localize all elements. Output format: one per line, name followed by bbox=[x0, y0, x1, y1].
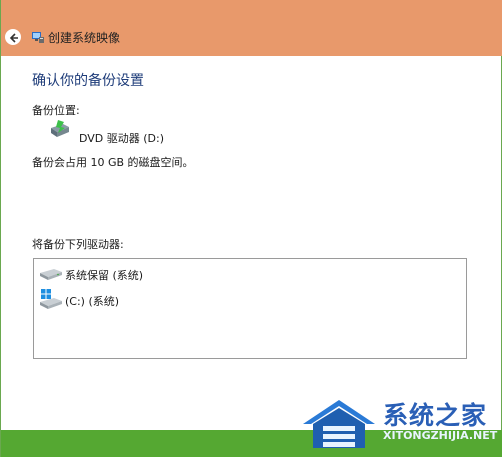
backup-app-icon bbox=[32, 32, 44, 43]
watermark-url: XITONGZHIJIA.NET bbox=[383, 429, 498, 442]
drive-label: 系统保留 (系统) bbox=[65, 269, 144, 282]
list-item[interactable]: (C:) (系统) bbox=[34, 288, 466, 309]
window-frame: 创建系统映像 确认你的备份设置 备份位置: DVD 驱动器 (D:) 备份会占用… bbox=[0, 0, 502, 457]
backup-location-value: DVD 驱动器 (D:) bbox=[79, 132, 165, 145]
drive-label: (C:) (系统) bbox=[65, 295, 120, 308]
watermark: 系统之家 XITONGZHIJIA.NET bbox=[299, 388, 502, 457]
dvd-drive-icon bbox=[51, 120, 69, 137]
drives-label: 将备份下列驱动器: bbox=[32, 238, 124, 251]
windows-drive-icon bbox=[40, 289, 62, 309]
hard-drive-icon bbox=[40, 269, 62, 280]
back-button[interactable] bbox=[5, 29, 21, 45]
list-item[interactable]: 系统保留 (系统) bbox=[34, 262, 466, 282]
back-arrow-icon bbox=[9, 33, 18, 43]
backup-location-label: 备份位置: bbox=[32, 104, 80, 117]
house-logo-icon bbox=[303, 400, 375, 448]
backup-size-text: 备份会占用 10 GB 的磁盘空间。 bbox=[32, 156, 194, 169]
title-bar: 创建系统映像 bbox=[1, 0, 502, 56]
watermark-brand: 系统之家 bbox=[383, 401, 488, 430]
window-title: 创建系统映像 bbox=[48, 31, 121, 45]
page-heading: 确认你的备份设置 bbox=[32, 73, 144, 89]
drives-list[interactable]: 系统保留 (系统) (C:) (系统) bbox=[33, 258, 467, 359]
